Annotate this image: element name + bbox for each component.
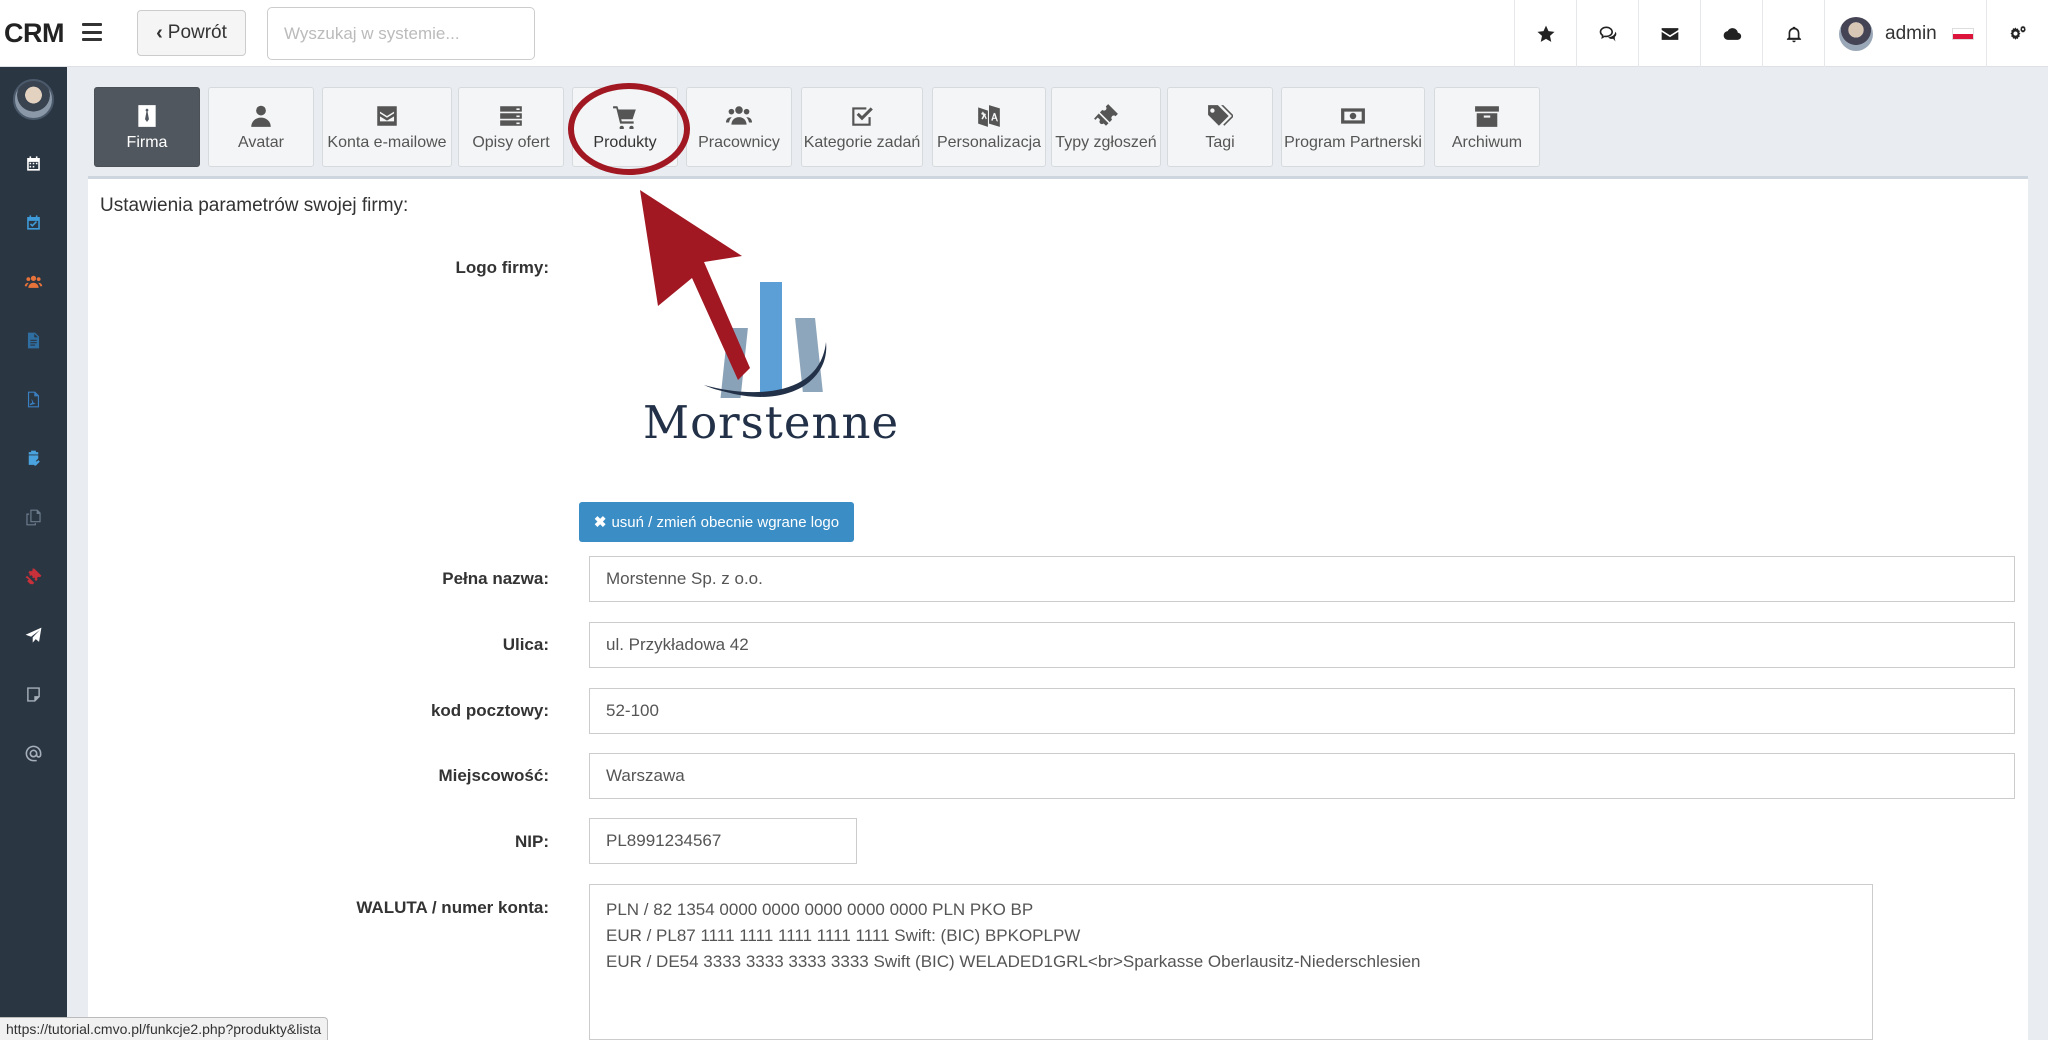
top-navbar: CRM ‹ Powrót admin — [0, 0, 2048, 67]
server-icon — [500, 105, 522, 126]
sidebar-item-send[interactable] — [0, 615, 67, 655]
note-icon — [27, 686, 40, 702]
brand-logo[interactable]: CRM — [4, 18, 65, 49]
chevron-left-icon: ‹ — [156, 21, 163, 44]
sidebar-item-tasks[interactable] — [0, 202, 67, 242]
tab-typy-zgloszen[interactable]: Typy zgłoszeń — [1051, 87, 1161, 167]
sidebar-item-notes[interactable] — [0, 674, 67, 714]
checkbox-icon — [852, 106, 873, 126]
menu-toggle-icon[interactable] — [80, 20, 104, 44]
city-field[interactable]: Warszawa — [589, 753, 2015, 799]
tab-label: Tagi — [1205, 133, 1235, 151]
sidebar-item-copies[interactable] — [0, 497, 67, 537]
sidebar — [0, 67, 67, 1040]
tab-label: Opisy ofert — [472, 133, 550, 151]
users-icon — [726, 105, 752, 125]
browser-status-url: https://tutorial.cmvo.pl/funkcje2.php?pr… — [0, 1017, 329, 1040]
sidebar-item-clients[interactable] — [0, 261, 67, 301]
user-icon — [251, 105, 271, 127]
back-button[interactable]: ‹ Powrót — [137, 10, 246, 56]
logo-label: Logo firmy: — [455, 258, 550, 277]
bell-icon[interactable] — [1762, 0, 1824, 67]
sidebar-item-tickets[interactable] — [0, 556, 67, 596]
nip-label: NIP: — [515, 832, 549, 851]
tab-label: Pracownicy — [698, 133, 780, 151]
tab-label: Produkty — [593, 133, 657, 151]
full-name-field[interactable]: Morstenne Sp. z o.o. — [589, 556, 2015, 602]
users-icon — [24, 275, 43, 288]
tie-icon — [138, 104, 156, 127]
tab-konta-e-mailowe[interactable]: Konta e-mailowe — [322, 87, 452, 167]
tab-personalizacja[interactable]: Personalizacja — [932, 87, 1046, 167]
archive-icon — [1475, 105, 1499, 127]
remove-logo-label: usuń / zmień obecnie wgrane logo — [611, 513, 840, 531]
tab-label: Archiwum — [1451, 133, 1523, 151]
calendar-check-icon — [27, 214, 40, 230]
tab-produkty[interactable]: Produkty — [572, 87, 678, 167]
city-label: Miejscowość: — [438, 766, 549, 785]
ticket-icon — [1094, 103, 1118, 126]
tab-pracownicy[interactable]: Pracownicy — [686, 87, 792, 167]
tab-label: Kategorie zadań — [803, 133, 921, 151]
star-icon[interactable] — [1514, 0, 1576, 67]
ticket-icon — [25, 568, 42, 584]
street-field[interactable]: ul. Przykładowa 42 — [589, 622, 2015, 668]
tab-label: Konta e-mailowe — [327, 133, 447, 151]
close-icon: ✖ — [593, 514, 607, 531]
page-title: Ustawienia parametrów swojej firmy: — [100, 195, 409, 216]
search-input[interactable] — [267, 7, 535, 60]
postal-code-field[interactable]: 52-100 — [589, 688, 2015, 734]
cloud-icon[interactable] — [1700, 0, 1762, 67]
user-name: admin — [1885, 22, 1937, 44]
top-icons-bar: admin — [1514, 0, 2048, 67]
currency-account-textarea[interactable]: PLN / 82 1354 0000 0000 0000 0000 0000 P… — [589, 884, 1873, 1040]
tab-tagi[interactable]: Tagi — [1167, 87, 1273, 167]
sidebar-item-documents[interactable] — [0, 320, 67, 360]
language-icon — [978, 104, 1000, 127]
tab-label: Avatar — [238, 133, 284, 151]
back-button-label: Powrót — [167, 22, 227, 43]
copy-icon — [26, 509, 41, 525]
document-icon — [27, 332, 40, 348]
envelope-icon — [377, 105, 397, 126]
full-name-label: Pełna nazwa: — [442, 569, 549, 588]
tab-archiwum[interactable]: Archiwum — [1434, 87, 1540, 167]
tab-program-partnerski[interactable]: Program Partnerski — [1281, 87, 1425, 167]
pdf-icon — [27, 391, 40, 407]
clipboard-icon — [28, 450, 40, 466]
street-label: Ulica: — [502, 635, 549, 654]
remove-logo-button[interactable]: ✖ usuń / zmień obecnie wgrane logo — [579, 502, 854, 542]
nip-field[interactable]: PL8991234567 — [589, 818, 857, 864]
tab-label: Personalizacja — [936, 133, 1042, 151]
comments-icon[interactable] — [1576, 0, 1638, 67]
tab-label: Firma — [126, 133, 168, 151]
user-menu[interactable]: admin — [1824, 0, 1986, 67]
envelope-icon[interactable] — [1638, 0, 1700, 67]
money-icon — [1341, 107, 1365, 124]
tab-label: Typy zgłoszeń — [1055, 133, 1157, 151]
tab-kategorie-zadan[interactable]: Kategorie zadań — [801, 87, 923, 167]
calendar-icon — [27, 155, 40, 171]
poland-flag-icon — [1951, 27, 1974, 40]
sidebar-item-pdf[interactable] — [0, 379, 67, 419]
tab-label: Program Partnerski — [1284, 133, 1422, 151]
avatar — [1839, 16, 1873, 51]
tab-firma[interactable]: Firma — [94, 87, 200, 167]
sidebar-avatar[interactable] — [13, 79, 54, 120]
currency-account-label: WALUTA / numer konta: — [356, 898, 549, 917]
settings-icon[interactable] — [1986, 0, 2048, 67]
tab-opisy-ofert[interactable]: Opisy ofert — [458, 87, 564, 167]
tab-avatar[interactable]: Avatar — [208, 87, 314, 167]
cart-icon — [613, 105, 636, 129]
logo-company-text: Morstenne — [643, 396, 900, 449]
at-icon — [25, 745, 42, 761]
tags-icon — [1208, 104, 1233, 126]
postal-code-label: kod pocztowy: — [430, 701, 549, 720]
sidebar-item-email[interactable] — [0, 733, 67, 773]
sidebar-item-clipboard[interactable] — [0, 438, 67, 478]
sidebar-item-calendar[interactable] — [0, 143, 67, 183]
paper-plane-icon — [25, 627, 42, 643]
